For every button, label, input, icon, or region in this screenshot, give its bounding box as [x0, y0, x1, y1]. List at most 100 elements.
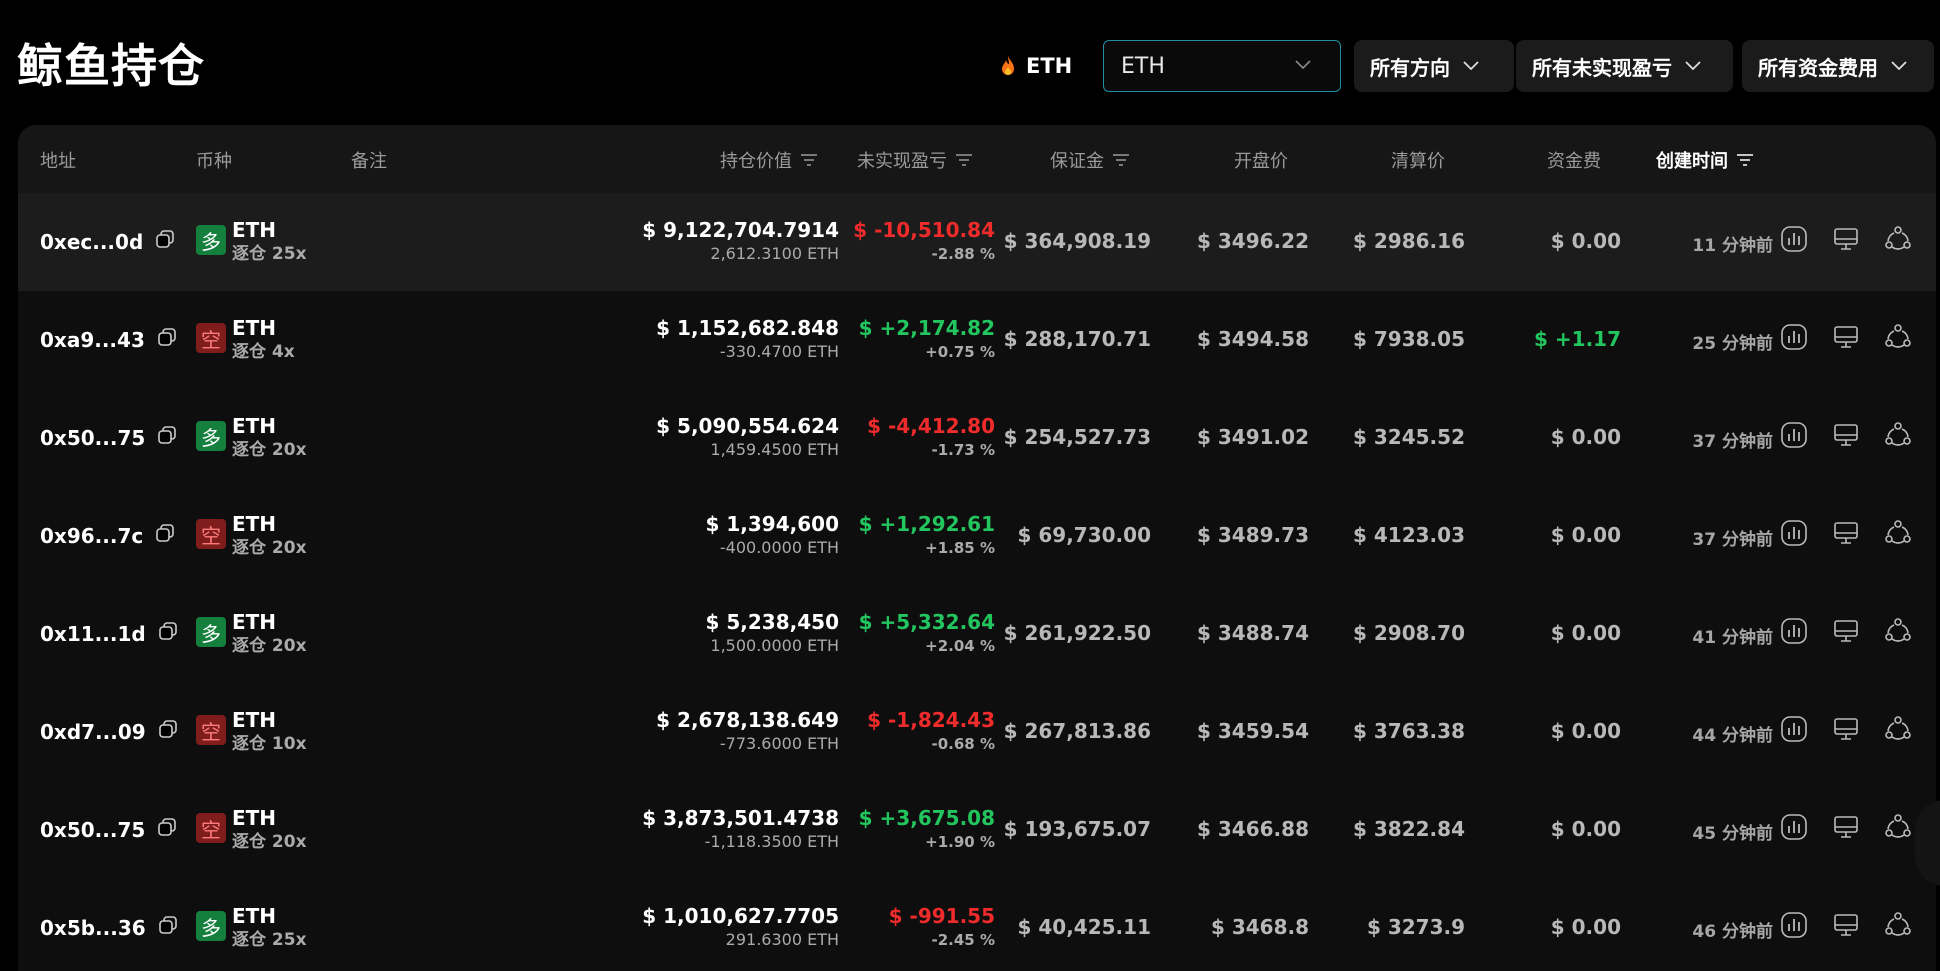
- created-time: 46 分钟前: [1692, 922, 1773, 942]
- coin-cell: 空 ETH 逐仓 20x: [196, 511, 307, 559]
- funding-value: $ +1.17: [1534, 327, 1621, 351]
- side-badge: 多: [196, 617, 226, 647]
- table-body: 0xec...0d 多 ETH 逐仓 25x $ 9,122,704.7914 …: [18, 193, 1936, 971]
- monitor-icon[interactable]: [1830, 811, 1862, 843]
- chart-icon[interactable]: [1778, 615, 1810, 647]
- leverage-label: 逐仓 25x: [232, 930, 307, 950]
- direction-filter[interactable]: 所有方向: [1354, 40, 1514, 92]
- coin-symbol: ETH: [232, 708, 277, 732]
- side-badge: 空: [196, 323, 226, 353]
- liq-price-value: $ 2908.70: [1353, 621, 1465, 645]
- liq-price-value: $ 3763.38: [1353, 719, 1465, 743]
- chart-icon[interactable]: [1778, 517, 1810, 549]
- chart-icon[interactable]: [1778, 321, 1810, 353]
- coin-select[interactable]: ETH: [1103, 40, 1341, 92]
- liq-price-value: $ 7938.05: [1353, 327, 1465, 351]
- col-position-value[interactable]: 持仓价值: [720, 147, 818, 173]
- address-text[interactable]: 0x50...75: [40, 818, 145, 842]
- address-text[interactable]: 0xd7...09: [40, 720, 146, 744]
- pnl-percent: +1.85 %: [925, 539, 995, 557]
- chart-icon[interactable]: [1778, 909, 1810, 941]
- sort-icon: [1113, 154, 1129, 166]
- table-header: 地址 币种 备注 持仓价值 未实现盈亏 保证金 开盘价 清算价 资金费 创建时间: [18, 125, 1936, 193]
- funding-filter[interactable]: 所有资金费用: [1742, 40, 1934, 92]
- col-unrealized-pnl[interactable]: 未实现盈亏: [857, 147, 973, 173]
- margin-value: $ 193,675.07: [1003, 817, 1151, 841]
- share-icon[interactable]: [1882, 615, 1914, 647]
- share-icon[interactable]: [1882, 811, 1914, 843]
- monitor-icon[interactable]: [1830, 615, 1862, 647]
- side-badge: 空: [196, 519, 226, 549]
- copy-icon[interactable]: [158, 621, 178, 646]
- address-text[interactable]: 0xa9...43: [40, 328, 145, 352]
- liq-price-value: $ 2986.16: [1353, 229, 1465, 253]
- flame-icon: [1002, 56, 1014, 75]
- monitor-icon[interactable]: [1830, 909, 1862, 941]
- table-row[interactable]: 0xd7...09 空 ETH 逐仓 10x $ 2,678,138.649 -…: [18, 683, 1936, 781]
- pnl-cell: $ +1,292.61 +1.85 %: [859, 511, 995, 559]
- col-created[interactable]: 创建时间: [1656, 147, 1754, 173]
- copy-icon[interactable]: [157, 817, 177, 842]
- monitor-icon[interactable]: [1830, 713, 1862, 745]
- pnl-percent: +0.75 %: [925, 343, 995, 361]
- table-row[interactable]: 0xec...0d 多 ETH 逐仓 25x $ 9,122,704.7914 …: [18, 193, 1936, 291]
- row-actions: [1778, 811, 1914, 843]
- margin-value: $ 267,813.86: [1003, 719, 1151, 743]
- leverage-label: 逐仓 10x: [232, 734, 307, 754]
- chart-icon[interactable]: [1778, 811, 1810, 843]
- monitor-icon[interactable]: [1830, 419, 1862, 451]
- table-row[interactable]: 0xa9...43 空 ETH 逐仓 4x $ 1,152,682.848 -3…: [18, 291, 1936, 389]
- share-icon[interactable]: [1882, 909, 1914, 941]
- margin-value: $ 288,170.71: [1003, 327, 1151, 351]
- monitor-icon[interactable]: [1830, 321, 1862, 353]
- pnl-filter[interactable]: 所有未实现盈亏: [1516, 40, 1733, 92]
- chart-icon[interactable]: [1778, 713, 1810, 745]
- share-icon[interactable]: [1882, 517, 1914, 549]
- address-cell: 0x11...1d: [40, 621, 178, 646]
- monitor-icon[interactable]: [1830, 517, 1862, 549]
- pnl-value: $ -991.55: [888, 904, 995, 928]
- share-icon[interactable]: [1882, 419, 1914, 451]
- copy-icon[interactable]: [158, 719, 178, 744]
- address-text[interactable]: 0x5b...36: [40, 916, 146, 940]
- copy-icon[interactable]: [157, 425, 177, 450]
- share-icon[interactable]: [1882, 713, 1914, 745]
- address-text[interactable]: 0x50...75: [40, 426, 145, 450]
- chevron-down-icon: [1685, 61, 1701, 71]
- pnl-filter-label: 所有未实现盈亏: [1532, 55, 1672, 80]
- open-price-value: $ 3466.88: [1197, 817, 1309, 841]
- address-cell: 0x50...75: [40, 817, 177, 842]
- table-row[interactable]: 0x11...1d 多 ETH 逐仓 20x $ 5,238,450 1,500…: [18, 585, 1936, 683]
- chart-icon[interactable]: [1778, 419, 1810, 451]
- monitor-icon[interactable]: [1830, 223, 1862, 255]
- table-row[interactable]: 0x5b...36 多 ETH 逐仓 25x $ 1,010,627.7705 …: [18, 879, 1936, 971]
- share-icon[interactable]: [1882, 223, 1914, 255]
- copy-icon[interactable]: [157, 327, 177, 352]
- address-text[interactable]: 0x96...7c: [40, 524, 143, 548]
- funding-value: $ 0.00: [1550, 523, 1621, 547]
- hot-coin-tag[interactable]: ETH: [1000, 50, 1072, 82]
- chart-icon[interactable]: [1778, 223, 1810, 255]
- page-header: 鲸鱼持仓 ETH ETH 所有方向 所有未实现盈亏 所有资金费用: [0, 0, 1940, 125]
- share-icon[interactable]: [1882, 321, 1914, 353]
- leverage-label: 逐仓 25x: [232, 244, 307, 264]
- pnl-cell: $ +5,332.64 +2.04 %: [859, 609, 995, 657]
- address-text[interactable]: 0xec...0d: [40, 230, 143, 254]
- col-margin[interactable]: 保证金: [1050, 147, 1130, 173]
- chevron-down-icon: [1891, 61, 1907, 71]
- margin-value: $ 364,908.19: [1003, 229, 1151, 253]
- coin-symbol: ETH: [232, 414, 277, 438]
- created-time: 25 分钟前: [1692, 334, 1773, 354]
- position-value-cell: $ 3,873,501.4738 -1,118.3500 ETH: [642, 805, 839, 853]
- address-text[interactable]: 0x11...1d: [40, 622, 146, 646]
- table-row[interactable]: 0x50...75 空 ETH 逐仓 20x $ 3,873,501.4738 …: [18, 781, 1936, 879]
- created-time: 11 分钟前: [1692, 236, 1773, 256]
- sort-icon: [801, 154, 817, 166]
- copy-icon[interactable]: [155, 523, 175, 548]
- table-row[interactable]: 0x50...75 多 ETH 逐仓 20x $ 5,090,554.624 1…: [18, 389, 1936, 487]
- copy-icon[interactable]: [155, 229, 175, 254]
- copy-icon[interactable]: [158, 915, 178, 940]
- pnl-value: $ -4,412.80: [867, 414, 995, 438]
- table-row[interactable]: 0x96...7c 空 ETH 逐仓 20x $ 1,394,600 -400.…: [18, 487, 1936, 585]
- coin-cell: 多 ETH 逐仓 25x: [196, 903, 307, 951]
